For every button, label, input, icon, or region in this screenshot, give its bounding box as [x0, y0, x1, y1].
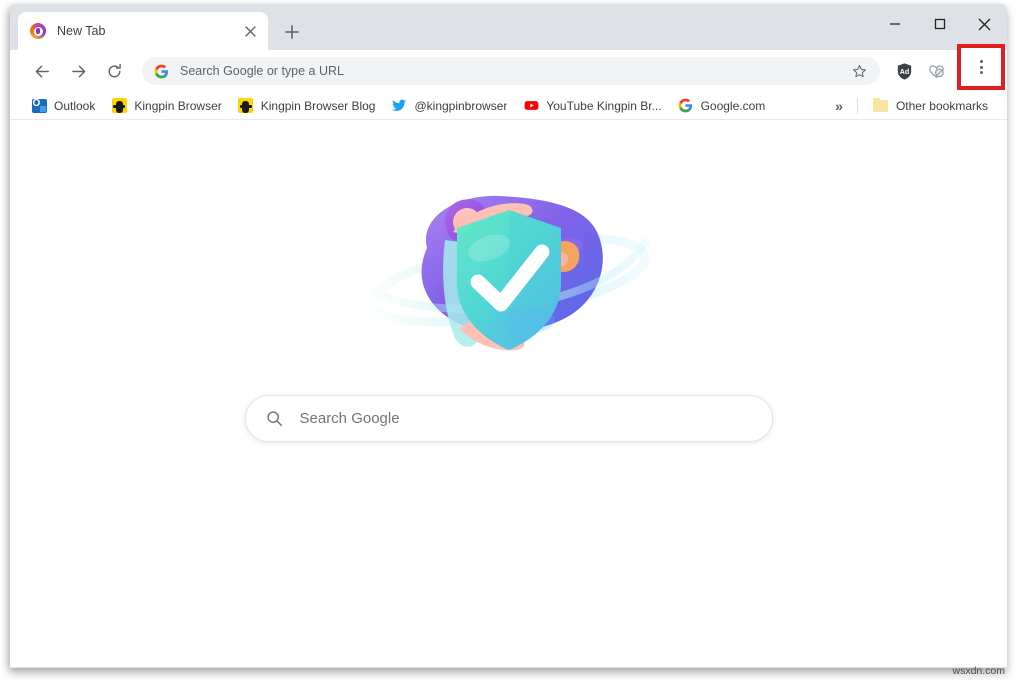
bookmark-outlook[interactable]: Outlook	[24, 95, 102, 117]
bookmark-google-com[interactable]: Google.com	[671, 95, 773, 117]
folder-icon	[873, 97, 889, 114]
bookmark-label: @kingpinbrowser	[414, 98, 508, 113]
new-tab-page: Search Google A	[10, 120, 1007, 667]
search-input[interactable]: Search Google	[244, 395, 773, 442]
privacy-badger-icon[interactable]	[923, 58, 949, 84]
close-icon[interactable]	[240, 21, 260, 41]
bookmark-label: YouTube Kingpin Br...	[546, 98, 662, 113]
tab-strip: New Tab	[10, 4, 1007, 50]
browser-window: New Tab Search Google or type a URL Ad O…	[10, 4, 1007, 668]
bookmark-kingpin-browser-blog[interactable]: Kingpin Browser Blog	[231, 95, 383, 117]
bookmarks-overflow-button[interactable]: »	[829, 98, 849, 114]
new-tab-button[interactable]	[278, 18, 306, 46]
adblock-shield-icon[interactable]: Ad	[891, 58, 917, 84]
bookmark-label: Kingpin Browser	[134, 98, 222, 113]
address-bar-placeholder: Search Google or type a URL	[180, 64, 344, 78]
menu-button-highlight	[957, 44, 1005, 90]
star-icon[interactable]	[848, 60, 870, 82]
browser-toolbar: Search Google or type a URL Ad	[10, 44, 1007, 92]
bookmarks-bar: Outlook Kingpin Browser Kingpin Browser …	[10, 92, 1007, 120]
svg-text:Ad: Ad	[899, 67, 908, 75]
twitter-icon	[391, 98, 407, 114]
back-button[interactable]	[28, 57, 56, 85]
outlook-icon	[31, 98, 47, 114]
minimize-button[interactable]	[872, 4, 917, 44]
search-icon	[266, 410, 284, 428]
search-placeholder: Search Google	[299, 410, 400, 427]
address-bar[interactable]: Search Google or type a URL	[142, 57, 880, 85]
person-hugging-shield-illustration	[349, 170, 669, 370]
other-bookmarks-label: Other bookmarks	[895, 98, 988, 113]
forward-button[interactable]	[64, 57, 92, 85]
close-window-button[interactable]	[962, 4, 1007, 44]
kingpin-hat-icon	[238, 98, 254, 114]
browser-menu-button[interactable]	[968, 54, 994, 80]
google-g-icon	[678, 98, 694, 114]
bookmarks-divider	[856, 97, 858, 114]
bookmark-kingpinbrowser-twitter[interactable]: @kingpinbrowser	[384, 95, 514, 117]
kingpin-browser-favicon-icon	[30, 23, 46, 39]
other-bookmarks-button[interactable]: Other bookmarks	[866, 95, 995, 117]
kingpin-hat-icon	[111, 98, 127, 114]
reload-button[interactable]	[100, 57, 128, 85]
source-watermark-url: wsxdn.com	[952, 665, 1005, 677]
bookmark-kingpin-browser[interactable]: Kingpin Browser	[104, 95, 228, 117]
maximize-button[interactable]	[917, 4, 962, 44]
browser-tab[interactable]: New Tab	[18, 12, 268, 50]
google-g-icon	[154, 64, 169, 79]
bookmark-youtube-kingpin[interactable]: YouTube Kingpin Br...	[516, 95, 668, 117]
screenshot-root: New Tab Search Google or type a URL Ad O…	[0, 0, 1017, 680]
window-controls	[872, 4, 1007, 44]
tab-title: New Tab	[57, 24, 106, 38]
bookmark-label: Google.com	[700, 98, 766, 113]
bookmark-label: Kingpin Browser Blog	[260, 98, 376, 113]
bookmark-label: Outlook	[54, 98, 96, 113]
youtube-icon	[523, 98, 539, 114]
